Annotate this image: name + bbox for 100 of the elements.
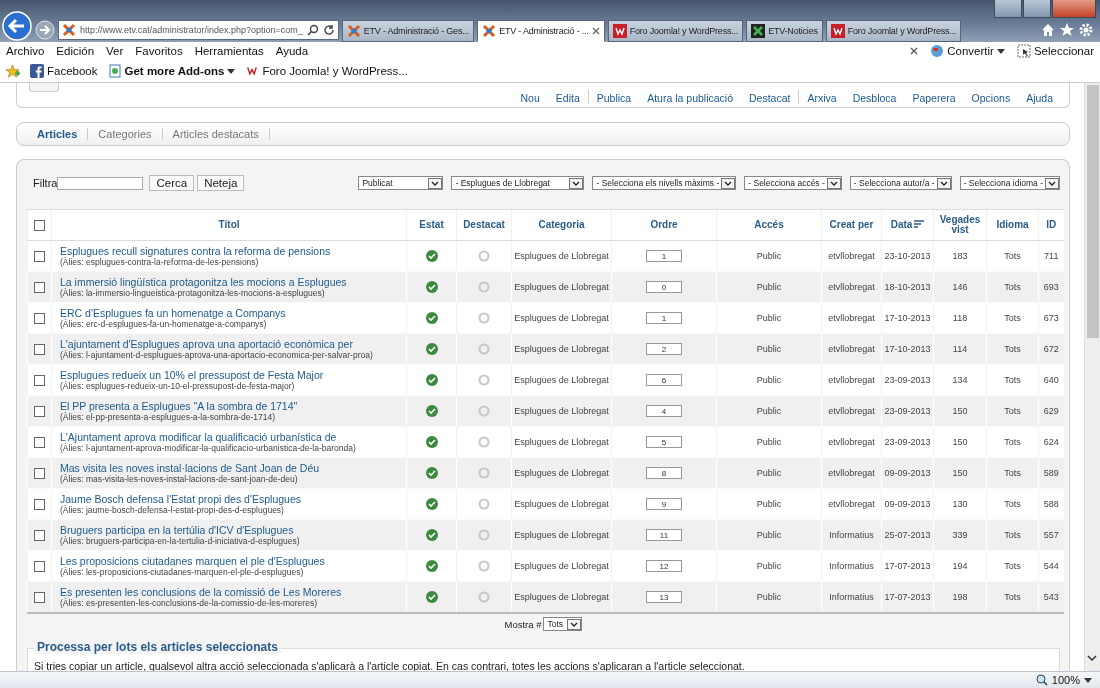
published-icon[interactable]	[425, 250, 438, 262]
browser-tab[interactable]: ETV - Administració - Ges...	[341, 20, 475, 42]
column-header[interactable]: Títol	[218, 220, 240, 230]
order-field[interactable]: 8	[646, 467, 682, 479]
browser-tab[interactable]: Foro Joomla! y WordPress...	[825, 20, 962, 42]
refresh-icon[interactable]	[322, 24, 335, 36]
favorite-link[interactable]: Foro Joomla! y WordPress...	[245, 65, 408, 77]
window-controls-drawing[interactable]	[994, 0, 1096, 18]
clear-button[interactable]: Neteja	[197, 175, 245, 191]
article-title-link[interactable]: ERC d'Esplugues fa un homenatge a Companys	[60, 307, 286, 319]
zoom-icon[interactable]	[1035, 674, 1048, 686]
toolbar-button[interactable]: Nou	[512, 92, 548, 104]
scrollbar[interactable]	[1084, 83, 1100, 671]
published-icon[interactable]	[425, 529, 438, 541]
filter-dropdown[interactable]: - Esplugues de Llobregat	[451, 176, 585, 190]
menu-item[interactable]: Favoritos	[135, 45, 183, 57]
row-checkbox[interactable]	[34, 467, 45, 479]
favorites-star-icon[interactable]	[5, 63, 20, 79]
published-icon[interactable]	[425, 560, 438, 572]
filter-dropdown[interactable]: Publicat	[358, 176, 444, 190]
article-title-link[interactable]: Bruguers participa en la tertúlia d'ICV d'Esplugues	[60, 524, 294, 536]
select-all-checkbox[interactable]	[34, 219, 45, 231]
column-header[interactable]: ID	[1046, 220, 1057, 230]
order-field[interactable]: 6	[646, 374, 682, 386]
row-checkbox[interactable]	[34, 405, 45, 417]
toolbar-button[interactable]: Arxiva	[799, 92, 845, 104]
published-icon[interactable]	[425, 281, 438, 293]
menu-item[interactable]: Edición	[56, 45, 95, 57]
filter-dropdown[interactable]: - Selecciona idioma -	[959, 176, 1060, 190]
search-button[interactable]: Cerca	[149, 175, 195, 191]
order-field[interactable]: 9	[646, 498, 682, 510]
row-checkbox[interactable]	[34, 312, 45, 324]
toolbar-button[interactable]: Paperera	[904, 92, 964, 104]
published-icon[interactable]	[425, 467, 438, 479]
menu-item[interactable]: Herramientas	[194, 45, 264, 57]
article-title-link[interactable]: Mas visita les noves instal·lacions de Sant Joan de Déu	[60, 462, 320, 474]
page-size-dropdown[interactable]: Tots	[543, 617, 583, 631]
row-checkbox[interactable]	[34, 498, 45, 510]
search-icon[interactable]	[306, 24, 319, 36]
star-icon[interactable]	[1059, 22, 1075, 38]
home-icon[interactable]	[1040, 22, 1056, 38]
article-title-link[interactable]: Jaume Bosch defensa l'Estat propi des d'Esplugues	[60, 493, 301, 505]
column-header[interactable]: Accés	[754, 220, 784, 230]
convert-button[interactable]: Convertir	[930, 44, 1005, 58]
order-field[interactable]: 0	[646, 281, 682, 293]
published-icon[interactable]	[425, 498, 438, 510]
order-field[interactable]: 4	[646, 405, 682, 417]
browser-tab[interactable]: Foro Joomla! y WordPress...	[607, 20, 744, 42]
menu-item[interactable]: Ayuda	[275, 45, 309, 57]
toolbar-button[interactable]: Desbloca	[844, 92, 905, 104]
row-checkbox[interactable]	[34, 281, 45, 293]
article-title-link[interactable]: Esplugues redueix un 10% el pressupost de Festa Major	[60, 369, 324, 381]
row-checkbox[interactable]	[34, 560, 45, 572]
caret-icon[interactable]	[1084, 677, 1092, 683]
column-header[interactable]: Idioma	[996, 220, 1029, 230]
article-title-link[interactable]: El PP presenta a Esplugues "A la sombra de 1714"	[60, 400, 298, 412]
section-tab[interactable]: Articles	[27, 128, 89, 140]
close-icon[interactable]	[591, 27, 600, 35]
zoom-level[interactable]: 100%	[1051, 674, 1080, 686]
toolbar-button[interactable]: Publica	[588, 92, 640, 104]
published-icon[interactable]	[425, 436, 438, 448]
column-header[interactable]: Ordre	[650, 220, 678, 230]
menu-item[interactable]: Archivo	[6, 45, 45, 57]
settings-icon[interactable]	[1078, 22, 1094, 38]
article-title-link[interactable]: L'ajuntament d'Esplugues aprova una aportació econòmica per	[60, 338, 353, 350]
row-checkbox[interactable]	[34, 374, 45, 386]
published-icon[interactable]	[425, 343, 438, 355]
article-title-link[interactable]: Esplugues recull signatures contra la reforma de pensions	[60, 245, 331, 257]
scroll-down-icon[interactable]	[1087, 655, 1097, 661]
row-checkbox[interactable]	[34, 436, 45, 448]
address-field[interactable]: http://www.etv.cat/administrator/index.php?option=com_	[58, 20, 339, 40]
section-tab[interactable]: Categories	[88, 128, 163, 140]
filter-dropdown[interactable]: - Selecciona autor/a -	[849, 176, 952, 190]
order-field[interactable]: 1	[646, 312, 682, 324]
article-title-link[interactable]: La immersió lingüística protagonitza les mocions a Esplugues	[60, 276, 347, 288]
column-header[interactable]: Data	[890, 220, 913, 230]
filter-dropdown[interactable]: - Selecciona accés -	[744, 176, 842, 190]
article-title-link[interactable]: Es presenten les conclusions de la comissió de Les Moreres	[60, 586, 342, 598]
browser-tab[interactable]: ETV-Noticies	[746, 20, 823, 42]
toolbar-button[interactable]: Atura la publicació	[639, 92, 741, 104]
browser-tab[interactable]: ETV - Administració - ...	[477, 20, 605, 42]
article-title-link[interactable]: Les proposicions ciutadanes marquen el ple d'Esplugues	[60, 555, 325, 567]
favorite-link[interactable]: Facebook	[30, 64, 98, 78]
row-checkbox[interactable]	[34, 591, 45, 603]
order-field[interactable]: 11	[646, 529, 682, 541]
close-icon[interactable]	[910, 47, 919, 55]
section-tab[interactable]: Articles destacats	[162, 128, 270, 140]
row-checkbox[interactable]	[34, 343, 45, 355]
toolbar-button[interactable]: Destacat	[741, 92, 799, 104]
favorite-link[interactable]: Get more Add-ons	[107, 64, 236, 78]
row-checkbox[interactable]	[34, 250, 45, 262]
forward-icon[interactable]	[35, 20, 55, 40]
published-icon[interactable]	[425, 591, 438, 603]
order-field[interactable]: 5	[646, 436, 682, 448]
order-field[interactable]: 12	[646, 560, 682, 572]
column-header[interactable]: Estat	[419, 220, 444, 230]
filter-dropdown[interactable]: - Selecciona els nivells màxims -	[592, 176, 737, 190]
filter-field[interactable]	[57, 176, 144, 190]
toolbar-button[interactable]: Ajuda	[1018, 92, 1061, 104]
order-field[interactable]: 1	[646, 250, 682, 262]
